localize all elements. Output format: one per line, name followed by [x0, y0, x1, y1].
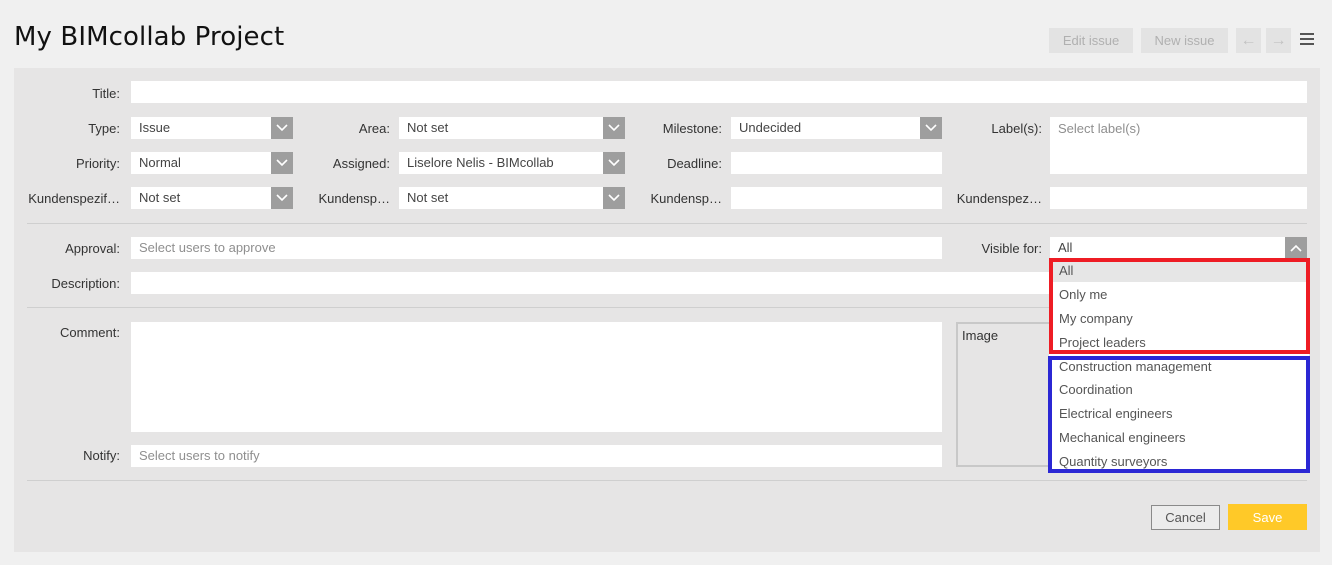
arrow-right-icon: → [1270, 31, 1287, 49]
labels-label: Label(s): [991, 121, 1042, 136]
next-issue-button[interactable]: → [1266, 28, 1291, 53]
previous-issue-button[interactable]: ← [1236, 28, 1261, 53]
priority-value: Normal [139, 155, 181, 170]
area-value: Not set [407, 120, 449, 135]
image-label: Image [962, 328, 999, 343]
assigned-label: Assigned: [332, 156, 390, 171]
notify-input[interactable]: Select users to notify [131, 445, 942, 467]
assigned-select[interactable]: Liselore Nelis - BIMcollab [399, 152, 625, 174]
assigned-value: Liselore Nelis - BIMcollab [407, 155, 554, 170]
title-input[interactable] [131, 81, 1307, 103]
chevron-up-icon [1285, 237, 1307, 259]
divider [27, 223, 1307, 224]
visible-for-select[interactable]: All [1050, 237, 1307, 259]
deadline-input[interactable] [731, 152, 942, 174]
priority-select[interactable]: Normal [131, 152, 293, 174]
chevron-down-icon [603, 187, 625, 209]
title-label: Title: [92, 86, 120, 101]
visible-for-label: Visible for: [981, 241, 1042, 256]
divider [27, 480, 1307, 481]
page-title: My BIMcollab Project [14, 22, 285, 52]
custom-field-4-input[interactable] [1050, 187, 1307, 209]
custom-field-1-select[interactable]: Not set [131, 187, 293, 209]
deadline-label: Deadline: [667, 156, 722, 171]
priority-label: Priority: [75, 156, 120, 171]
milestone-select[interactable]: Undecided [731, 117, 942, 139]
custom-field-4-label: Kundenspez… [956, 191, 1042, 206]
milestone-label: Milestone: [662, 121, 722, 136]
approval-label: Approval: [65, 241, 120, 256]
area-select[interactable]: Not set [399, 117, 625, 139]
edit-issue-button[interactable]: Edit issue [1049, 28, 1133, 53]
new-issue-button[interactable]: New issue [1141, 28, 1228, 53]
notify-label: Notify: [83, 448, 120, 463]
comment-label: Comment: [60, 325, 120, 340]
labels-input[interactable]: Select label(s) [1050, 117, 1307, 174]
type-value: Issue [139, 120, 171, 135]
area-label: Area: [358, 121, 390, 136]
custom-field-1-label: Kundenspezif… [28, 191, 120, 206]
chevron-down-icon [271, 187, 293, 209]
milestone-value: Undecided [739, 120, 802, 135]
custom-field-2-label: Kundensp… [318, 191, 390, 206]
custom-field-3-label: Kundensp… [650, 191, 722, 206]
role-options-highlight-box [1048, 356, 1310, 473]
type-select[interactable]: Issue [131, 117, 293, 139]
custom-field-3-input[interactable] [731, 187, 942, 209]
visible-for-value: All [1058, 240, 1073, 255]
general-options-highlight-box [1049, 258, 1310, 354]
comment-textarea[interactable] [131, 322, 942, 432]
cancel-button[interactable]: Cancel [1151, 505, 1220, 530]
type-label: Type: [88, 121, 120, 136]
arrow-left-icon: ← [1240, 31, 1257, 49]
description-label: Description: [51, 276, 120, 291]
chevron-down-icon [920, 117, 942, 139]
approval-input[interactable]: Select users to approve [131, 237, 942, 259]
custom-field-2-select[interactable]: Not set [399, 187, 625, 209]
image-dropzone[interactable]: Image [956, 322, 1056, 467]
custom-field-2-value: Not set [407, 190, 449, 205]
save-button[interactable]: Save [1228, 504, 1307, 530]
hamburger-menu-icon[interactable] [1300, 33, 1314, 47]
description-input[interactable] [131, 272, 1051, 294]
custom-field-1-value: Not set [139, 190, 181, 205]
